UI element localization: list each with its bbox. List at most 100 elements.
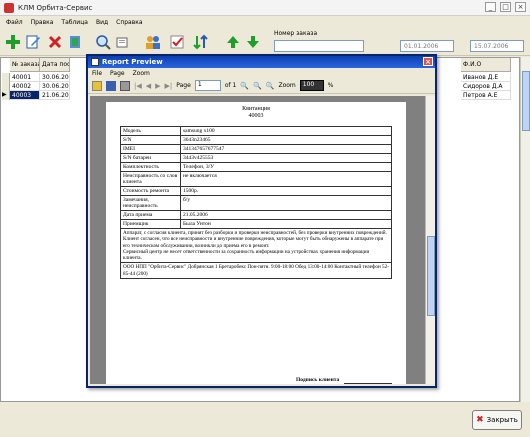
date-from-input[interactable]: 01.01.2006 — [400, 40, 454, 52]
table-row-fio[interactable]: Петров А.Е — [461, 91, 511, 100]
menu-help[interactable]: Справка — [116, 19, 142, 26]
field-value: 21.05.2006 — [180, 210, 392, 220]
menu-edit[interactable]: Правка — [31, 19, 54, 26]
report-menu-zoom[interactable]: Zoom — [133, 70, 150, 77]
terms-paragraph: Аппарат, с согласия клиента, принят без … — [120, 227, 392, 264]
maximize-button[interactable]: □ — [500, 2, 511, 12]
doc-heading: Квитанция — [242, 106, 270, 112]
print-preview-icon[interactable] — [114, 33, 132, 51]
field-value: 341347657677547 — [180, 144, 392, 154]
zoom-input[interactable]: 100 — [299, 80, 324, 91]
field-value: 3443v425553 — [180, 153, 392, 163]
table-row-number-selected[interactable]: 40003 — [10, 91, 40, 100]
menubar: Файл Правка Таблица Вид Справка — [0, 16, 530, 28]
first-page-icon[interactable]: |◀ — [134, 82, 142, 90]
users-icon[interactable] — [144, 33, 162, 51]
table-row-date[interactable]: 21.06.2006 — [40, 91, 70, 100]
minimize-button[interactable]: _ — [485, 2, 496, 12]
report-menu-file[interactable]: File — [92, 70, 102, 77]
up-icon[interactable] — [224, 33, 242, 51]
zoom-out-icon[interactable]: 🔍 — [253, 82, 262, 90]
field-label: Стоимость ремонта — [120, 186, 181, 196]
table-row-fio[interactable]: Иванов Д.Е — [461, 73, 511, 82]
zoom-label: Zoom — [278, 82, 296, 89]
report-menubar: File Page Zoom — [88, 68, 435, 78]
edit-icon[interactable] — [24, 33, 42, 51]
toolbar: Номер заказа 01.01.2006 15.07.2006 — [0, 28, 530, 56]
menu-file[interactable]: Файл — [6, 19, 23, 26]
field-value: Была Унтон — [180, 219, 392, 229]
sort-icon[interactable] — [192, 33, 210, 51]
report-toolbar: |◀ ◀ ▶ ▶| Page 1 of 1 🔍 🔍 🔍 Zoom 100 % — [88, 78, 435, 94]
add-icon[interactable] — [4, 33, 22, 51]
signature-line — [344, 383, 392, 384]
order-number-input[interactable] — [274, 40, 364, 52]
terms-text: Аппарат, с согласия клиента, принят без … — [123, 230, 387, 249]
report-close-button[interactable]: × — [423, 57, 433, 66]
table-row-fio[interactable]: Сидоров Д.А — [461, 82, 511, 91]
field-value: 1500р. — [180, 186, 392, 196]
refresh-icon[interactable] — [66, 33, 84, 51]
liability-text: Сервисный центр не несет ответственности… — [123, 248, 370, 262]
row-indicator — [2, 73, 10, 82]
report-page: Квитанция 40003 Модель samsung x100 S/N 36… — [106, 102, 406, 384]
field-label: Модель — [120, 126, 181, 136]
menu-view[interactable]: Вид — [96, 19, 108, 26]
window-titlebar: КЛМ Орбита-Сервис _ □ × — [0, 0, 530, 16]
field-label: Дата приема — [120, 210, 181, 220]
next-page-icon[interactable]: ▶ — [155, 82, 160, 90]
search-icon[interactable] — [94, 33, 112, 51]
zoom-in-icon[interactable]: 🔍 — [240, 82, 249, 90]
down-icon[interactable] — [244, 33, 262, 51]
report-preview-window: Report Preview × File Page Zoom |◀ ◀ ▶ ▶… — [86, 54, 437, 388]
bottom-bar: ✖ Закрыть — [0, 404, 530, 437]
report-preview-titlebar: Report Preview × — [88, 56, 435, 68]
page-label: Page — [176, 82, 191, 89]
row-indicator — [2, 82, 10, 91]
close-button[interactable]: ✖ Закрыть — [472, 410, 522, 430]
zoom-fit-icon[interactable]: 🔍 — [266, 82, 275, 90]
menu-table[interactable]: Таблица — [61, 19, 88, 26]
field-label: S/N батареи — [120, 153, 181, 163]
report-canvas: Квитанция 40003 Модель samsung x100 S/N 36… — [90, 96, 425, 384]
field-value: 3643n23465 — [180, 135, 392, 145]
report-scrollbar[interactable] — [425, 96, 435, 384]
print-icon[interactable] — [120, 80, 130, 91]
close-button-label: Закрыть — [486, 416, 518, 424]
col-header-number[interactable]: № заказа — [10, 58, 40, 72]
app-icon — [4, 2, 14, 13]
table-scrollbar[interactable] — [520, 57, 530, 402]
delete-icon[interactable] — [46, 33, 64, 51]
report-preview-title: Report Preview — [102, 58, 163, 66]
page-number-input[interactable]: 1 — [194, 80, 221, 91]
last-page-icon[interactable]: ▶| — [165, 82, 173, 90]
receipt-table: Модель samsung x100 S/N 3643n23465 IMEI 341… — [120, 126, 392, 280]
company-footer: ООО НПП "Орбита-Сервис" Добрянская 1 Бре… — [120, 262, 392, 280]
field-value: не включается — [180, 171, 392, 187]
report-menu-page[interactable]: Page — [110, 70, 125, 77]
page-of-label: of 1 — [224, 82, 237, 89]
save-icon[interactable] — [106, 80, 116, 91]
table-row-number[interactable]: 40001 — [10, 73, 40, 82]
zoom-percent-label: % — [327, 82, 334, 89]
field-label: Приемщик — [120, 219, 181, 229]
table-row-number[interactable]: 40002 — [10, 82, 40, 91]
table-row-date[interactable]: 30.06.2006 — [40, 73, 70, 82]
close-window-button[interactable]: × — [515, 2, 526, 12]
field-value: б/у — [180, 195, 392, 211]
field-label: Замечания, неисправность — [120, 195, 181, 211]
table-row-date[interactable]: 30.06.2006 — [40, 82, 70, 91]
field-label: S/N — [120, 135, 181, 145]
doc-number: 40003 — [248, 113, 264, 119]
checkmark-icon[interactable] — [168, 33, 186, 51]
col-header-fio[interactable]: Ф.И.О — [461, 58, 511, 72]
current-row-indicator: ▶ — [2, 91, 10, 100]
field-label: Неисправность со слов клиента — [120, 171, 181, 187]
report-scroll-thumb[interactable] — [427, 236, 435, 316]
scroll-thumb[interactable] — [522, 71, 530, 131]
date-to-input[interactable]: 15.07.2006 — [470, 40, 524, 52]
prev-page-icon[interactable]: ◀ — [146, 82, 151, 90]
open-icon[interactable] — [92, 80, 102, 91]
signature-label: Подпись клиента — [296, 377, 340, 383]
col-header-date[interactable]: Дата поступ — [40, 58, 70, 72]
